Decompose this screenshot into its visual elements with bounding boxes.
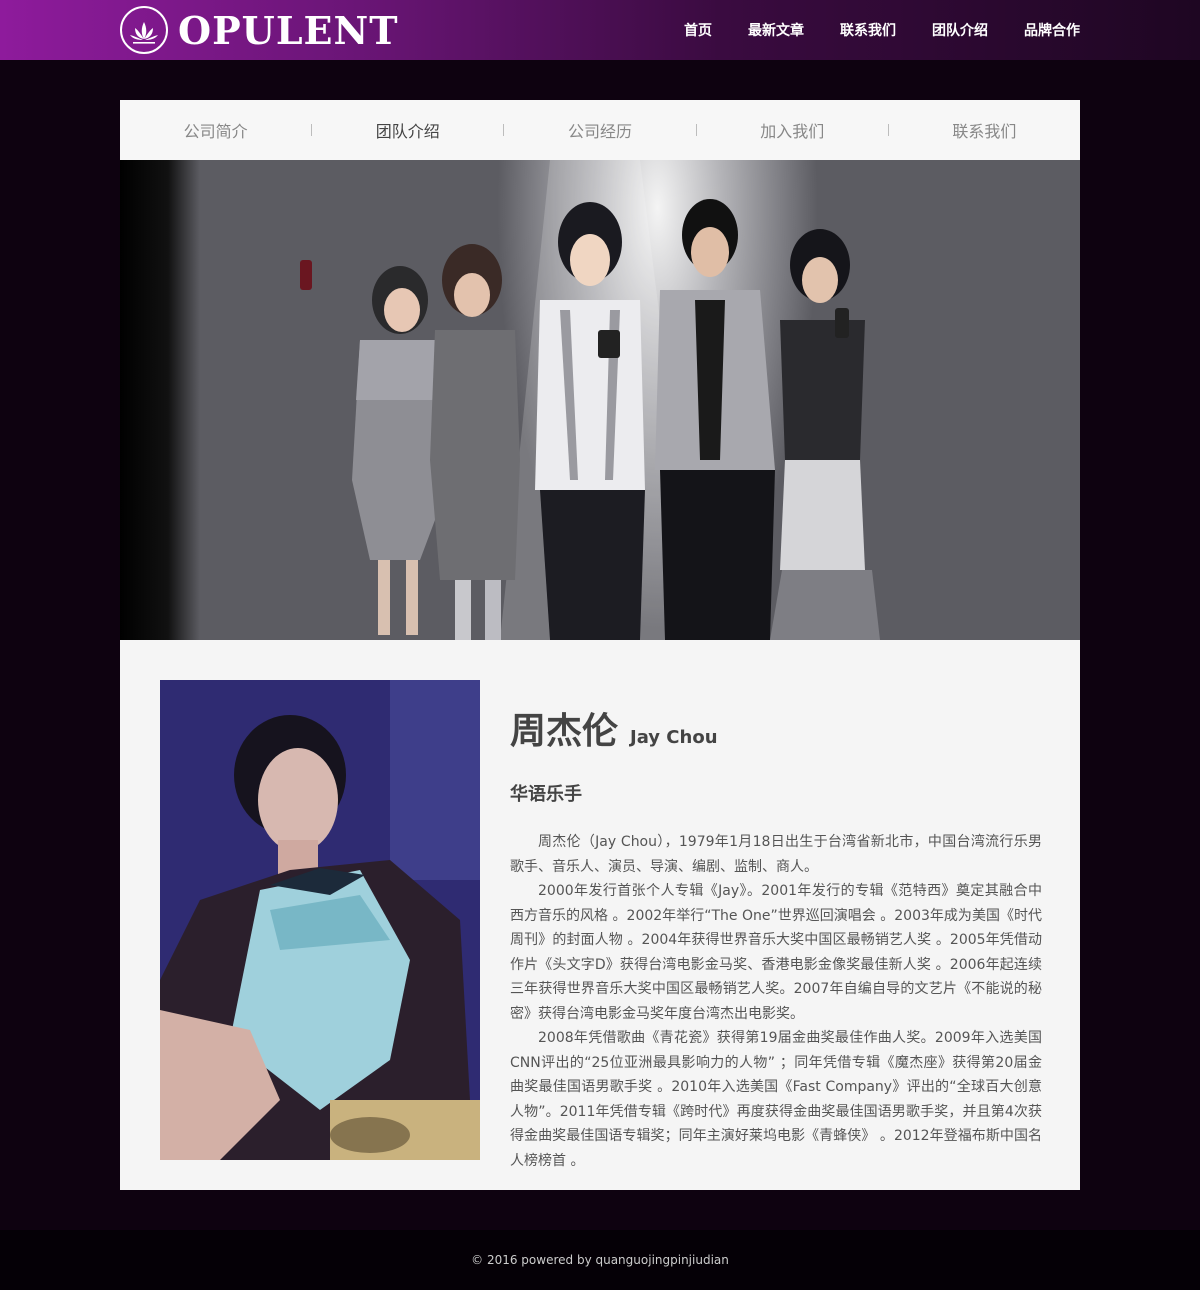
team-banner-image bbox=[120, 160, 1080, 640]
member-portrait bbox=[160, 680, 480, 1160]
member-name-english: Jay Chou bbox=[630, 727, 718, 748]
nav-contact[interactable]: 联系我们 bbox=[840, 20, 896, 40]
nav-team[interactable]: 团队介绍 bbox=[932, 20, 988, 40]
member-bio: 周杰伦（Jay Chou），1979年1月18日出生于台湾省新北市，中国台湾流行… bbox=[510, 830, 1042, 1173]
nav-home[interactable]: 首页 bbox=[684, 20, 712, 40]
member-info: 周杰伦 Jay Chou 华语乐手 周杰伦（Jay Chou），1979年1月1… bbox=[510, 702, 1042, 1173]
member-profile: 周杰伦 Jay Chou 华语乐手 周杰伦（Jay Chou），1979年1月1… bbox=[120, 640, 1080, 1190]
portrait-photo bbox=[160, 680, 480, 1160]
member-role: 华语乐手 bbox=[510, 784, 582, 805]
bio-paragraph: 周杰伦（Jay Chou），1979年1月18日出生于台湾省新北市，中国台湾流行… bbox=[510, 834, 1042, 875]
nav-latest-articles[interactable]: 最新文章 bbox=[748, 20, 804, 40]
sub-nav: 公司简介 团队介绍 公司经历 加入我们 联系我们 bbox=[120, 100, 1080, 160]
nav-brand-cooperation[interactable]: 品牌合作 bbox=[1024, 20, 1080, 40]
bio-paragraph: 2008年凭借歌曲《青花瓷》获得第19届金曲奖最佳作曲人奖。2009年入选美国C… bbox=[510, 1030, 1042, 1169]
top-header: OPULENT 首页 最新文章 联系我们 团队介绍 品牌合作 bbox=[0, 0, 1200, 60]
team-group-photo bbox=[300, 160, 880, 640]
copyright-text: © 2016 powered by quanguojingpinjiudian bbox=[471, 1253, 729, 1267]
member-name: 周杰伦 Jay Chou bbox=[510, 702, 1042, 754]
logo-text: OPULENT bbox=[178, 7, 399, 53]
tab-join-us[interactable]: 加入我们 bbox=[697, 118, 888, 142]
main-nav: 首页 最新文章 联系我们 团队介绍 品牌合作 bbox=[648, 0, 1080, 60]
bio-paragraph: 2000年发行首张个人专辑《Jay》。2001年发行的专辑《范特西》奠定其融合中… bbox=[510, 883, 1042, 1022]
main-content: 公司简介 团队介绍 公司经历 加入我们 联系我们 周杰伦 Jay Chou 华语… bbox=[120, 100, 1080, 1190]
tab-company-intro[interactable]: 公司简介 bbox=[120, 118, 311, 142]
tab-contact-us[interactable]: 联系我们 bbox=[889, 118, 1080, 142]
site-footer: © 2016 powered by quanguojingpinjiudian bbox=[0, 1230, 1200, 1290]
member-name-chinese: 周杰伦 bbox=[510, 711, 619, 752]
tab-team-intro[interactable]: 团队介绍 bbox=[312, 118, 503, 142]
site-logo[interactable]: OPULENT bbox=[120, 4, 399, 56]
tab-company-history[interactable]: 公司经历 bbox=[504, 118, 695, 142]
lotus-logo-icon bbox=[120, 6, 168, 54]
